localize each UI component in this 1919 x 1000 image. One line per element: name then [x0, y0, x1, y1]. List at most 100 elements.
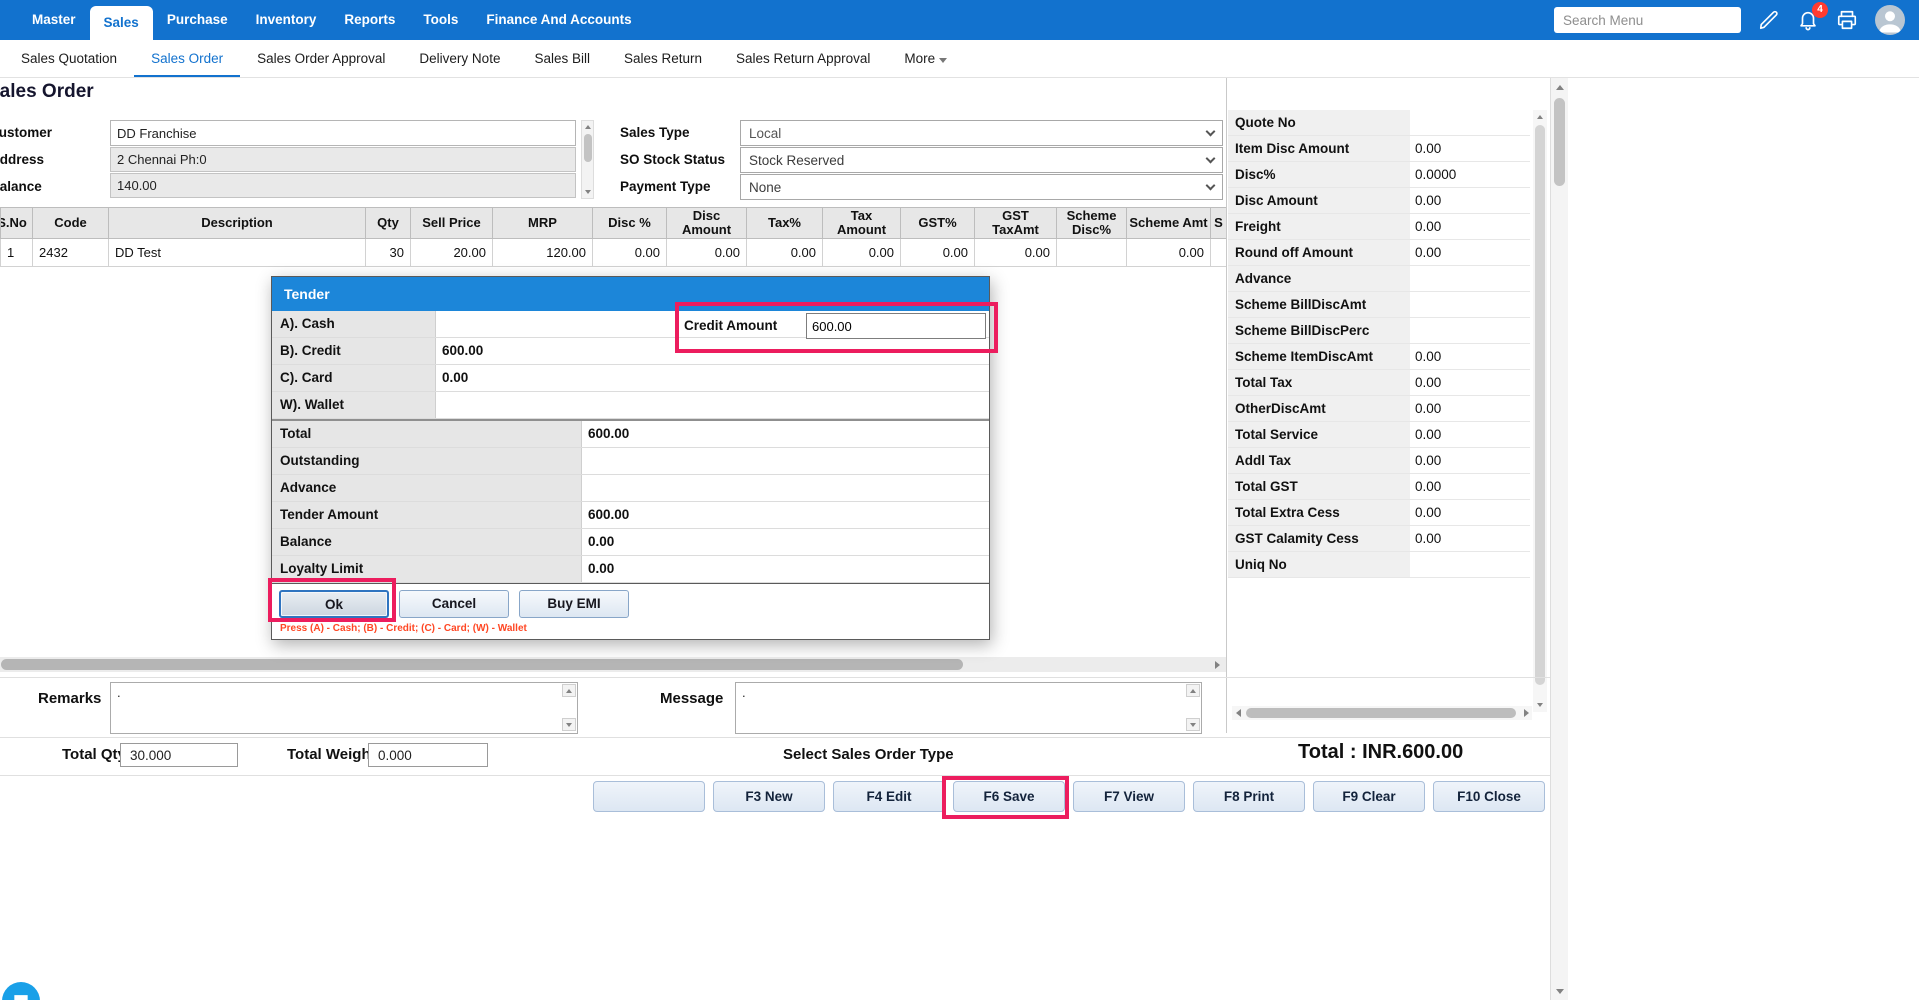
summary-row-round-off[interactable]: Round off Amount0.00: [1228, 240, 1530, 266]
col-tax-amount[interactable]: Tax Amount: [823, 208, 901, 239]
sales-type-select[interactable]: Local: [740, 120, 1223, 146]
panel-horizontal-scrollbar[interactable]: [1232, 706, 1532, 720]
scrollbar-thumb[interactable]: [584, 134, 592, 162]
summary-row-total-extra-cess[interactable]: Total Extra Cess0.00: [1228, 500, 1530, 526]
pen-icon[interactable]: [1758, 9, 1780, 31]
scroll-right-icon[interactable]: [1521, 708, 1531, 718]
tender-row-wallet[interactable]: W). Wallet: [272, 392, 989, 419]
spin-down-icon[interactable]: [562, 718, 576, 731]
menu-master[interactable]: Master: [18, 0, 90, 40]
col-gst-taxamt[interactable]: GST TaxAmt: [975, 208, 1057, 239]
scroll-up-icon[interactable]: [1551, 81, 1568, 93]
bell-icon[interactable]: 4: [1797, 9, 1819, 31]
f6-save-button[interactable]: F6 Save: [953, 781, 1065, 812]
menu-sales[interactable]: Sales: [90, 6, 153, 40]
summary-row-otherdiscamt[interactable]: OtherDiscAmt0.00: [1228, 396, 1530, 422]
scrollbar-thumb[interactable]: [1, 659, 963, 670]
menu-reports[interactable]: Reports: [330, 0, 409, 40]
ok-button[interactable]: Ok: [279, 590, 389, 618]
menu-inventory[interactable]: Inventory: [242, 0, 331, 40]
scroll-left-icon[interactable]: [1233, 708, 1243, 718]
summary-row-advance[interactable]: Advance: [1228, 266, 1530, 292]
tab-sales-quotation[interactable]: Sales Quotation: [4, 40, 134, 77]
customer-form-scrollbar[interactable]: [581, 120, 594, 199]
f7-view-button[interactable]: F7 View: [1073, 781, 1185, 812]
summary-row-scheme-billdiscperc[interactable]: Scheme BillDiscPerc: [1228, 318, 1530, 344]
scroll-down-icon[interactable]: [1551, 985, 1568, 997]
tab-more[interactable]: More: [887, 40, 964, 77]
scroll-up-icon[interactable]: [582, 122, 593, 132]
main-horizontal-scrollbar[interactable]: [0, 657, 1226, 672]
col-sno[interactable]: S.No: [1, 208, 33, 239]
scroll-down-icon[interactable]: [582, 187, 593, 197]
col-code[interactable]: Code: [33, 208, 109, 239]
scroll-right-icon[interactable]: [1212, 660, 1222, 670]
footer-blank-button[interactable]: [593, 781, 705, 812]
summary-row-total-tax[interactable]: Total Tax0.00: [1228, 370, 1530, 396]
f8-print-button[interactable]: F8 Print: [1193, 781, 1305, 812]
scroll-up-icon[interactable]: [1533, 112, 1547, 122]
summary-row-scheme-itemdiscamt[interactable]: Scheme ItemDiscAmt0.00: [1228, 344, 1530, 370]
col-disc-amount[interactable]: Disc Amount: [667, 208, 747, 239]
col-disc-pct[interactable]: Disc %: [593, 208, 667, 239]
summary-row-scheme-billdiscamt[interactable]: Scheme BillDiscAmt: [1228, 292, 1530, 318]
col-mrp[interactable]: MRP: [493, 208, 593, 239]
payment-type-select[interactable]: None: [740, 174, 1223, 200]
col-scheme-amt[interactable]: Scheme Amt: [1127, 208, 1211, 239]
search-input[interactable]: [1554, 7, 1741, 33]
summary-row-total-service[interactable]: Total Service0.00: [1228, 422, 1530, 448]
summary-row-item-disc-amount[interactable]: Item Disc Amount0.00: [1228, 136, 1530, 162]
col-description[interactable]: Description: [109, 208, 366, 239]
main-vertical-scrollbar[interactable]: [1550, 78, 1568, 1000]
menu-purchase[interactable]: Purchase: [153, 0, 242, 40]
summary-row-disc-pct[interactable]: Disc%0.0000: [1228, 162, 1530, 188]
f10-close-button[interactable]: F10 Close: [1433, 781, 1545, 812]
total-weight-input[interactable]: [368, 743, 488, 767]
scrollbar-thumb[interactable]: [1554, 98, 1565, 186]
total-qty-input[interactable]: [120, 743, 238, 767]
tab-sales-return[interactable]: Sales Return: [607, 40, 719, 77]
f9-clear-button[interactable]: F9 Clear: [1313, 781, 1425, 812]
scrollbar-thumb[interactable]: [1246, 708, 1516, 718]
menu-finance-accounts[interactable]: Finance And Accounts: [472, 0, 645, 40]
printer-icon[interactable]: [1836, 9, 1858, 31]
table-row[interactable]: 1 2432 DD Test 30 20.00 120.00 0.00 0.00…: [1, 239, 1227, 267]
col-scheme-disc[interactable]: Scheme Disc%: [1057, 208, 1127, 239]
tab-sales-order[interactable]: Sales Order: [134, 40, 240, 77]
avatar[interactable]: [1875, 5, 1905, 35]
col-sell-price[interactable]: Sell Price: [411, 208, 493, 239]
remarks-textarea[interactable]: .: [110, 682, 578, 734]
spin-up-icon[interactable]: [1186, 684, 1200, 697]
tab-sales-return-approval[interactable]: Sales Return Approval: [719, 40, 887, 77]
f4-edit-button[interactable]: F4 Edit: [833, 781, 945, 812]
summary-row-uniq-no[interactable]: Uniq No: [1228, 552, 1530, 578]
f3-new-button[interactable]: F3 New: [713, 781, 825, 812]
menu-tools[interactable]: Tools: [409, 0, 472, 40]
tab-delivery-note[interactable]: Delivery Note: [402, 40, 517, 77]
summary-row-quote-no[interactable]: Quote No: [1228, 110, 1530, 136]
tab-sales-bill[interactable]: Sales Bill: [517, 40, 607, 77]
message-textarea[interactable]: .: [735, 682, 1202, 734]
customer-input[interactable]: [110, 120, 576, 146]
buy-emi-button[interactable]: Buy EMI: [519, 590, 629, 618]
scroll-down-icon[interactable]: [1533, 700, 1547, 710]
col-qty[interactable]: Qty: [366, 208, 411, 239]
summary-row-total-gst[interactable]: Total GST0.00: [1228, 474, 1530, 500]
so-stock-status-select[interactable]: Stock Reserved: [740, 147, 1223, 173]
spin-down-icon[interactable]: [1186, 718, 1200, 731]
summary-row-gst-calamity-cess[interactable]: GST Calamity Cess0.00: [1228, 526, 1530, 552]
tab-sales-order-approval[interactable]: Sales Order Approval: [240, 40, 402, 77]
cancel-button[interactable]: Cancel: [399, 590, 509, 618]
panel-vertical-scrollbar[interactable]: [1533, 110, 1547, 712]
tender-row-credit[interactable]: B). Credit600.00: [272, 338, 989, 365]
col-gst-pct[interactable]: GST%: [901, 208, 975, 239]
summary-row-freight[interactable]: Freight0.00: [1228, 214, 1530, 240]
summary-row-addl-tax[interactable]: Addl Tax0.00: [1228, 448, 1530, 474]
summary-row-disc-amount[interactable]: Disc Amount0.00: [1228, 188, 1530, 214]
col-tax-pct[interactable]: Tax%: [747, 208, 823, 239]
credit-amount-input[interactable]: [806, 313, 986, 339]
spin-up-icon[interactable]: [562, 684, 576, 697]
tender-row-card[interactable]: C). Card0.00: [272, 365, 989, 392]
chat-fab[interactable]: [2, 982, 40, 1000]
scrollbar-thumb[interactable]: [1535, 125, 1545, 685]
